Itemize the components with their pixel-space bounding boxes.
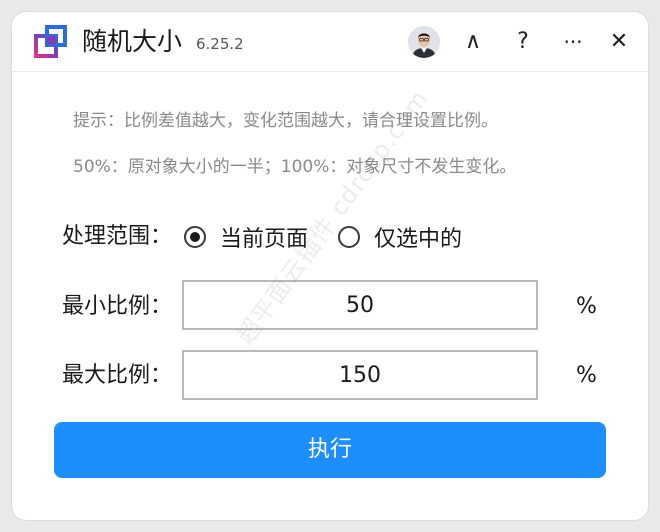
radio-current-page-label: 当前页面 — [220, 227, 309, 252]
help-button[interactable]: ? — [508, 26, 538, 58]
app-logo-icon — [34, 25, 67, 58]
max-ratio-unit: % — [576, 363, 597, 388]
plugin-window: 随机大小 6.25.2 ∧ ? ··· ✕ 提示：比例差值越大，变化范围越大，请… — [12, 12, 648, 520]
radio-checked-icon — [184, 226, 206, 248]
avatar-person-icon — [408, 26, 440, 58]
hint-line-percent: 50%：原对象大小的一半；100%：对象尺寸不发生变化。 — [73, 157, 517, 177]
radio-current-page[interactable]: 当前页面 — [184, 222, 308, 252]
hint-line-ratio: 提示：比例差值越大，变化范围越大，请合理设置比例。 — [73, 111, 498, 131]
title-bar[interactable]: 随机大小 6.25.2 ∧ ? ··· ✕ — [12, 12, 648, 72]
max-ratio-input[interactable] — [182, 350, 538, 400]
app-version: 6.25.2 — [196, 35, 244, 53]
max-ratio-label: 最大比例： — [62, 363, 173, 388]
user-avatar[interactable] — [408, 26, 440, 58]
radio-selected-only-label: 仅选中的 — [374, 227, 463, 252]
app-title: 随机大小 — [82, 27, 183, 56]
min-ratio-unit: % — [576, 294, 597, 319]
min-ratio-input[interactable] — [182, 280, 538, 330]
radio-selected-only[interactable]: 仅选中的 — [338, 222, 462, 252]
scope-label: 处理范围： — [62, 224, 173, 249]
more-menu-button[interactable]: ··· — [558, 26, 588, 58]
min-ratio-label: 最小比例： — [62, 294, 173, 319]
radio-unchecked-icon — [338, 226, 360, 248]
collapse-button[interactable]: ∧ — [458, 26, 488, 58]
close-button[interactable]: ✕ — [604, 26, 634, 58]
execute-button[interactable]: 执行 — [54, 422, 606, 478]
